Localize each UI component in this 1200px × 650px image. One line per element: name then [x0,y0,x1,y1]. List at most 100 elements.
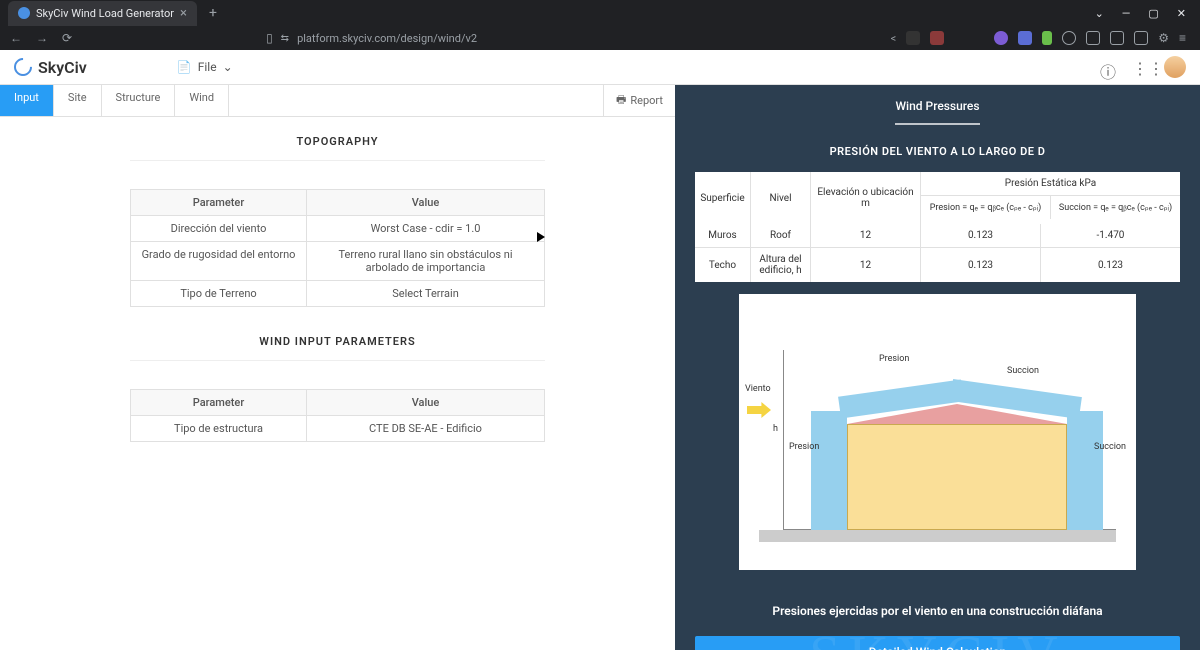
col-value: Value [307,190,544,215]
table-row: Muros Roof 12 0.123 -1.470 [695,224,1180,248]
file-menu[interactable]: 📄 File ⌄ [177,60,233,74]
diagram-caption: Presiones ejercidas por el viento en una… [675,604,1200,618]
col-static-pressure: Presión Estática kPa [921,172,1180,196]
minimize-icon[interactable]: — [1122,7,1131,20]
window-controls: ⌄ — ▢ ✕ [1095,7,1200,20]
sub-tabs: Input Site Structure Wind 🖶 Report [0,85,675,117]
ext-icon-3[interactable] [994,31,1008,45]
content: Input Site Structure Wind 🖶 Report TOPOG… [0,85,1200,650]
param-value: Terreno rural llano sin obstáculos ni ar… [307,242,544,280]
help-icon[interactable]: ⓘ [1100,59,1116,75]
tab-site[interactable]: Site [54,85,102,116]
label-h: h [773,424,778,434]
chevron-down-icon[interactable]: ⌄ [1095,7,1104,20]
ext-icon-9[interactable] [1134,31,1148,45]
print-icon: 🖶 [616,91,626,110]
tab-title: SkyCiv Wind Load Generator [36,7,174,20]
pressure-diagram: Viento h Presion Presion Succion Succion [739,294,1136,570]
reload-button[interactable]: ⟳ [62,31,72,45]
browser-chrome: SkyCiv Wind Load Generator × + ⌄ — ▢ ✕ ←… [0,0,1200,50]
site-settings-icon[interactable]: ⇆ [281,33,289,44]
param-name: Dirección del viento [131,216,307,241]
label-presion-roof: Presion [879,354,909,364]
param-name: Grado de rugosidad del entorno [131,242,307,280]
ground [759,530,1116,542]
watermark: SKYCIV [809,624,1065,650]
cell-elev: 12 [811,224,921,247]
param-value: Select Terrain [307,281,544,306]
app-header: SkyCiv 📄 File ⌄ ⓘ ⋮⋮⋮ [0,50,1200,85]
left-pane: Input Site Structure Wind 🖶 Report TOPOG… [0,85,675,650]
browser-tab[interactable]: SkyCiv Wind Load Generator × [8,1,197,26]
ext-icon-6[interactable] [1062,31,1076,45]
ext-icon-4[interactable] [1018,31,1032,45]
chevron-down-icon: ⌄ [223,60,233,74]
tab-favicon-icon [18,7,30,19]
table-row[interactable]: Tipo de estructura CTE DB SE-AE - Edific… [131,416,544,441]
wind-params-table: Parameter Value Tipo de estructura CTE D… [130,389,545,442]
ext-icon-7[interactable] [1086,31,1100,45]
brand-logo[interactable]: SkyCiv [14,58,87,77]
cell-presion: 0.123 [921,224,1041,247]
building-body [847,424,1067,530]
tab-input[interactable]: Input [0,85,54,116]
wind-params-title: WIND INPUT PARAMETERS [130,317,545,361]
url-text: platform.skyciv.com/design/wind/v2 [297,32,477,45]
apps-icon[interactable]: ⋮⋮⋮ [1132,59,1148,75]
brand-name: SkyCiv [38,58,87,77]
tab-bar: SkyCiv Wind Load Generator × + ⌄ — ▢ ✕ [0,0,1200,26]
param-value: Worst Case - cdir = 1.0 [307,216,544,241]
cell-level: Altura del edificio, h [751,248,811,282]
ext-icon-1[interactable] [906,31,920,45]
pressure-wall-left [811,411,847,530]
cursor-icon [537,232,545,242]
table-row[interactable]: Tipo de Terreno Select Terrain [131,281,544,306]
close-icon[interactable]: ✕ [1177,7,1186,20]
axis-vertical [783,350,784,530]
maximize-icon[interactable]: ▢ [1148,7,1158,20]
avatar[interactable] [1164,56,1186,78]
share-icon[interactable]: < [891,32,897,45]
file-label: File [198,60,217,74]
label-viento: Viento [745,384,771,394]
col-succion: Succion = qₑ = qᵦcₑ (cₚₑ - cₚᵢ) [1051,196,1180,219]
table-header: Superficie Nivel Elevación o ubicación m… [695,172,1180,224]
col-level: Nivel [751,172,811,224]
header-right: ⓘ ⋮⋮⋮ [1100,56,1186,78]
param-name: Tipo de estructura [131,416,307,441]
ext-icon-2[interactable] [930,31,944,45]
tab-wind[interactable]: Wind [175,85,229,116]
table-row: Techo Altura del edificio, h 12 0.123 0.… [695,248,1180,282]
topography-title: TOPOGRAPHY [130,117,545,161]
param-value: CTE DB SE-AE - Edificio [307,416,544,441]
forward-button[interactable]: → [36,31,48,45]
pressure-wall-right [1067,411,1103,530]
table-row[interactable]: Dirección del viento Worst Case - cdir =… [131,216,544,242]
url-bar[interactable]: ▯ ⇆ platform.skyciv.com/design/wind/v2 [86,31,877,45]
ext-icon-5[interactable] [1042,31,1052,45]
table-row[interactable]: Grado de rugosidad del entorno Terreno r… [131,242,544,281]
file-icon: 📄 [177,60,192,74]
table-header: Parameter Value [131,190,544,216]
back-button[interactable]: ← [10,31,22,45]
tab-close-icon[interactable]: × [180,6,187,21]
cell-level: Roof [751,224,811,247]
logo-icon [10,54,35,79]
cell-surface: Muros [695,224,751,247]
bookmark-icon[interactable]: ▯ [266,31,273,45]
col-presion: Presion = qₑ = qᵦcₑ (cₚₑ - cₚᵢ) [921,196,1051,219]
ext-icon-8[interactable] [1110,31,1124,45]
col-parameter: Parameter [131,190,307,215]
label-succion-wall: Succion [1094,442,1126,452]
nav-bar: ← → ⟳ ▯ ⇆ platform.skyciv.com/design/win… [0,26,1200,50]
menu-icon[interactable]: ≡ [1179,31,1186,45]
cell-surface: Techo [695,248,751,282]
report-button[interactable]: 🖶 Report [603,85,675,116]
extensions-icon[interactable]: ⚙ [1158,31,1169,45]
wind-arrow-icon [747,402,771,418]
wind-pressures-header: Wind Pressures [895,85,979,125]
cell-succion: -1.470 [1041,224,1180,247]
new-tab-button[interactable]: + [201,5,225,21]
cell-presion: 0.123 [921,248,1041,282]
tab-structure[interactable]: Structure [102,85,176,116]
